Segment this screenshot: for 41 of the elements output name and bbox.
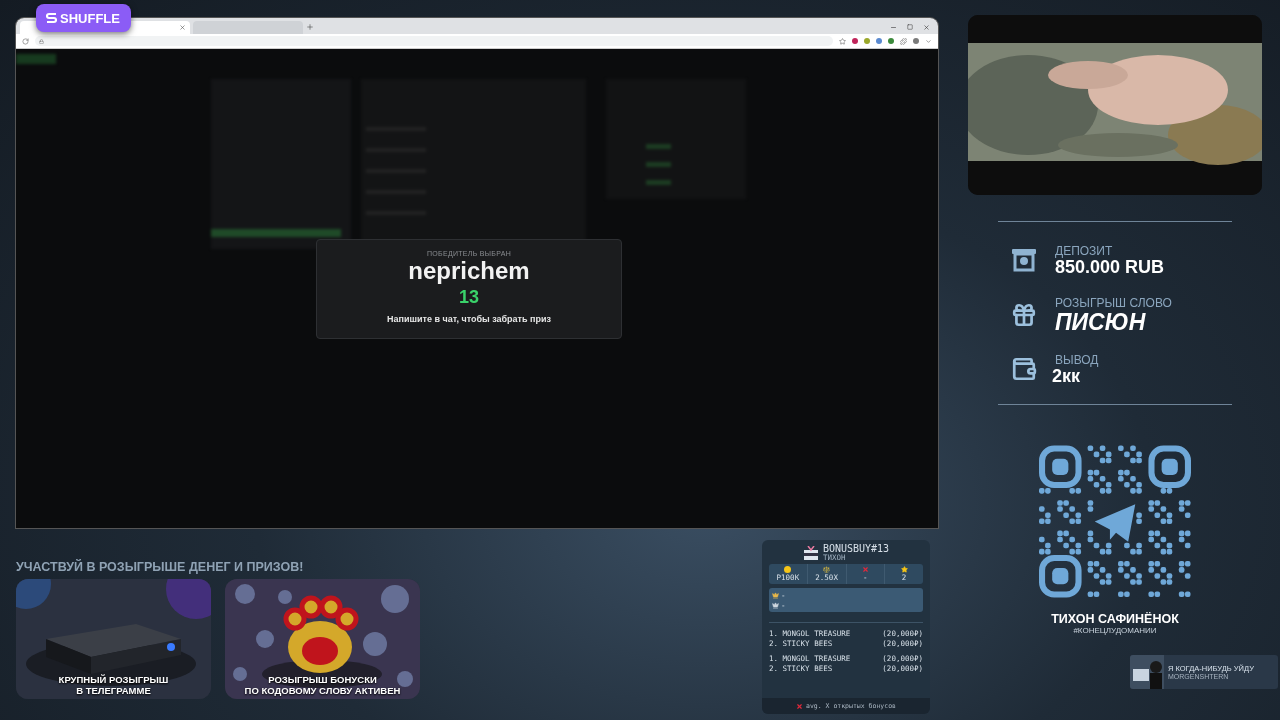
stat-label: ВЫВОД	[1055, 353, 1099, 368]
profile-icon[interactable]	[913, 38, 919, 44]
logo-icon	[46, 12, 57, 24]
stat-label: ДЕПОЗИТ	[1055, 244, 1114, 258]
new-tab-icon[interactable]	[306, 23, 314, 31]
bookmark-icon[interactable]	[839, 37, 846, 45]
minimize-icon[interactable]	[890, 24, 897, 31]
gift-icon	[1011, 301, 1037, 328]
gift-box-icon	[802, 546, 819, 560]
stat-value: 850.000 RUB	[1055, 258, 1165, 277]
giveaway-heading: УЧАСТВУЙ В РОЗЫГРЫШЕ ДЕНЕГ И ПРИЗОВ!	[16, 560, 305, 574]
address-field[interactable]	[35, 36, 833, 46]
chevron-icon[interactable]	[925, 37, 932, 45]
scale-icon	[823, 566, 831, 573]
badge-label: SHUFFLE	[60, 10, 120, 26]
card-caption: КРУПНЫЙ РОЗЫГРЫШ В ТЕЛЕГРАММЕ	[57, 674, 170, 696]
stat-value: 2кк	[1052, 367, 1081, 386]
stat-label: РОЗЫГРЫШ СЛОВО	[1055, 295, 1172, 310]
stat-value: ПИСЮН	[1055, 309, 1147, 335]
dialog-hint: Напишите в чат, чтобы забрать приз	[387, 314, 551, 324]
close-icon[interactable]	[179, 24, 186, 31]
bonusbuy-title: BONUSBUY#13	[822, 544, 890, 554]
crown-icon	[772, 591, 779, 599]
star-icon	[900, 566, 908, 573]
crown-icon	[772, 601, 779, 609]
reload-icon[interactable]	[22, 37, 29, 45]
wallet-icon	[1011, 356, 1037, 383]
lock-icon	[39, 38, 44, 44]
close-icon[interactable]	[923, 24, 930, 31]
maximize-icon[interactable]	[907, 24, 913, 30]
album-cover-icon	[1130, 654, 1164, 689]
coin-icon	[784, 566, 792, 573]
winner-number: 13	[459, 287, 479, 308]
streamer-name: ТИХОН САФИНЁНОК	[1051, 611, 1179, 626]
card-caption: РОЗЫГРЫШ БОНУСКИ ПО КОДОВОМУ СЛОВУ АКТИВЕН	[243, 674, 402, 696]
winner-name: neprichem	[408, 257, 530, 285]
hashtag: #КОНЕЦЛУДОМАНИИ	[1073, 625, 1157, 635]
cross-icon	[861, 566, 869, 573]
atm-icon	[1011, 247, 1037, 274]
cross-icon	[796, 702, 803, 710]
extensions-icon[interactable]	[900, 37, 907, 45]
